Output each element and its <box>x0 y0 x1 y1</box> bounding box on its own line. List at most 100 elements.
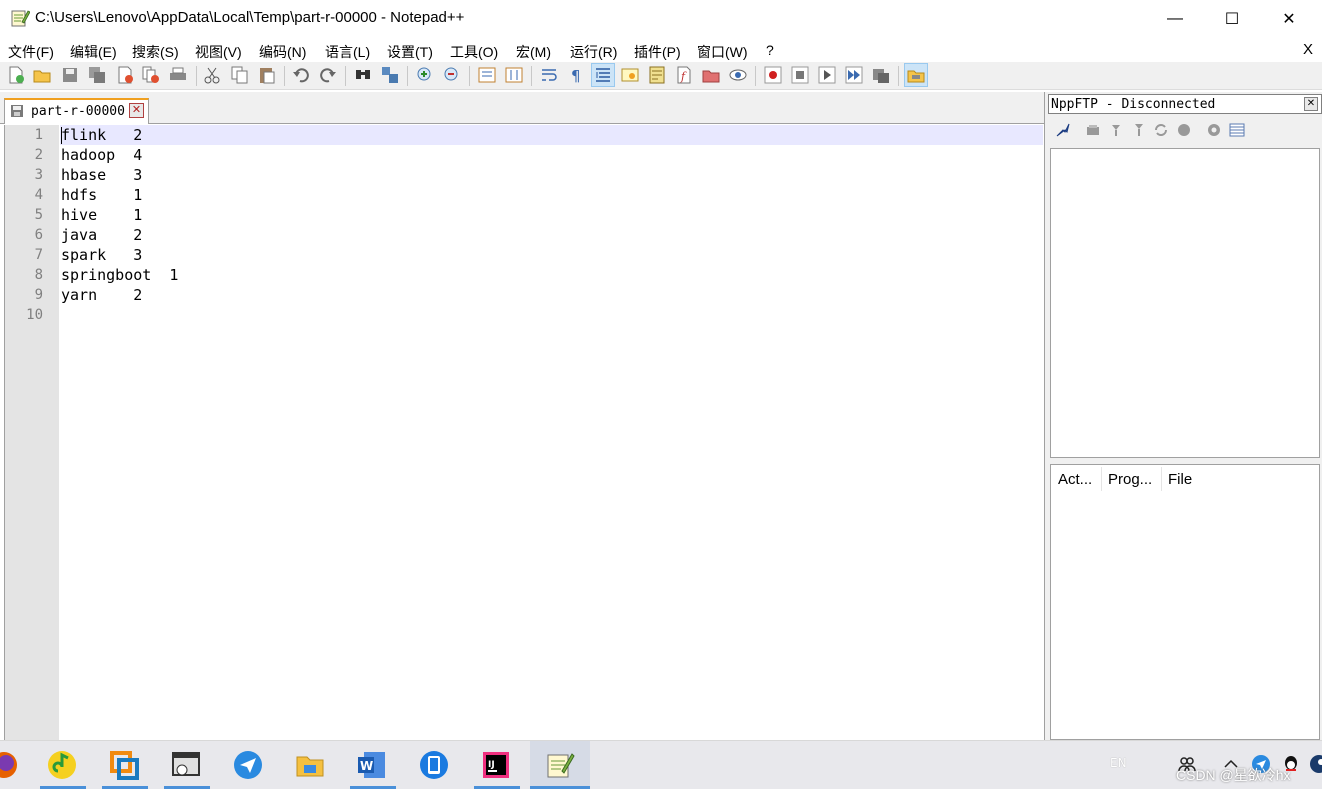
word-wrap-icon[interactable] <box>539 65 559 85</box>
windows-taskbar: W IJ EN CSDN @星欲冷hx <box>0 740 1322 789</box>
text-caret <box>61 127 62 144</box>
code-line[interactable]: springboot 1 <box>60 265 1043 285</box>
code-line[interactable]: flink 2 <box>60 125 1043 145</box>
menu-edit[interactable]: 编辑(E) <box>70 42 117 62</box>
redo-icon[interactable] <box>318 65 338 85</box>
nppftp-panel: NppFTP - Disconnected ✕ Act... Prog... F… <box>1048 92 1322 740</box>
code-line[interactable]: yarn 2 <box>60 285 1043 305</box>
connect-icon[interactable] <box>1054 121 1072 139</box>
code-line[interactable]: spark 3 <box>60 245 1043 265</box>
menu-settings[interactable]: 设置(T) <box>387 42 433 62</box>
replace-icon[interactable] <box>380 65 400 85</box>
menu-run[interactable]: 运行(R) <box>570 42 617 62</box>
indent-guide-icon[interactable] <box>591 63 615 87</box>
line-number: 10 <box>26 307 43 323</box>
user-language-icon[interactable] <box>620 65 640 85</box>
refresh-icon[interactable] <box>1152 121 1170 139</box>
remote-desktop-icon[interactable] <box>168 747 204 783</box>
menu-tools[interactable]: 工具(O) <box>450 42 498 62</box>
sync-horizontal-icon[interactable] <box>504 65 524 85</box>
tab-bar: part-r-00000 ✕ <box>0 92 1045 124</box>
new-file-icon[interactable] <box>6 65 26 85</box>
code-line[interactable] <box>60 305 1043 325</box>
open-file-icon[interactable] <box>32 65 52 85</box>
abort-icon[interactable] <box>1175 121 1193 139</box>
menu-encoding[interactable]: 编码(N) <box>259 42 306 62</box>
nppftp-queue[interactable]: Act... Prog... File <box>1050 464 1320 740</box>
cut-icon[interactable] <box>202 65 222 85</box>
download-icon[interactable] <box>1084 121 1102 139</box>
firefox-icon[interactable] <box>0 747 22 783</box>
menu-language[interactable]: 语言(L) <box>325 42 370 62</box>
zoom-out-icon[interactable] <box>442 65 462 85</box>
close-icon[interactable] <box>115 65 135 85</box>
menu-file[interactable]: 文件(F) <box>8 42 54 62</box>
main-toolbar: ¶ f <box>0 62 1322 90</box>
paste-icon[interactable] <box>257 65 277 85</box>
minimize-button[interactable]: — <box>1152 0 1198 38</box>
save-all-icon[interactable] <box>87 65 107 85</box>
find-icon[interactable] <box>353 65 373 85</box>
vmware-icon[interactable] <box>106 747 142 783</box>
steam-icon[interactable] <box>1308 753 1322 775</box>
qq-music-icon[interactable] <box>44 747 80 783</box>
feishu-icon[interactable] <box>230 747 266 783</box>
save-icon[interactable] <box>60 65 80 85</box>
message-window-icon[interactable] <box>1228 121 1246 139</box>
play-macro-icon[interactable] <box>817 65 837 85</box>
tablet-icon[interactable] <box>416 747 452 783</box>
tab-close-icon[interactable]: ✕ <box>129 103 144 118</box>
menu-help[interactable]: ? <box>766 42 774 58</box>
monitoring-icon[interactable] <box>728 65 748 85</box>
maximize-button[interactable]: ☐ <box>1209 0 1255 38</box>
record-macro-icon[interactable] <box>763 65 783 85</box>
menu-window[interactable]: 窗口(W) <box>697 42 748 62</box>
close-window-button[interactable]: ✕ <box>1266 0 1312 38</box>
code-line[interactable]: hbase 3 <box>60 165 1043 185</box>
code-line[interactable]: hdfs 1 <box>60 185 1043 205</box>
show-all-chars-icon[interactable]: ¶ <box>566 65 586 85</box>
code-line[interactable]: java 2 <box>60 225 1043 245</box>
sync-vertical-icon[interactable] <box>477 65 497 85</box>
code-line[interactable]: hive 1 <box>60 205 1043 225</box>
save-macro-icon[interactable] <box>871 65 891 85</box>
intellij-icon[interactable]: IJ <box>478 747 514 783</box>
line-number: 4 <box>34 187 43 203</box>
queue-col-file[interactable]: File <box>1168 471 1192 488</box>
nppftp-icon[interactable] <box>904 63 928 87</box>
new-folder-icon[interactable] <box>1130 121 1148 139</box>
code-line[interactable]: hadoop 4 <box>60 145 1043 165</box>
stop-macro-icon[interactable] <box>790 65 810 85</box>
menu-macro[interactable]: 宏(M) <box>516 42 551 62</box>
nppftp-file-tree[interactable] <box>1050 148 1320 458</box>
run-macro-multiple-icon[interactable] <box>844 65 864 85</box>
notepadpp-icon[interactable] <box>542 747 578 783</box>
menu-plugins[interactable]: 插件(P) <box>634 42 681 62</box>
line-number: 3 <box>34 167 43 183</box>
line-number: 2 <box>34 147 43 163</box>
print-icon[interactable] <box>168 65 188 85</box>
line-number: 5 <box>34 207 43 223</box>
close-document-button[interactable]: X <box>1303 41 1313 58</box>
file-explorer-icon[interactable] <box>292 747 328 783</box>
menu-view[interactable]: 视图(V) <box>195 42 242 62</box>
upload-icon[interactable] <box>1107 121 1125 139</box>
folder-workspace-icon[interactable] <box>701 65 721 85</box>
input-language-indicator[interactable]: EN <box>1110 756 1127 770</box>
tab-part-r-00000[interactable]: part-r-00000 ✕ <box>4 98 149 124</box>
settings-gear-icon[interactable] <box>1205 121 1223 139</box>
menu-search[interactable]: 搜索(S) <box>132 42 179 62</box>
queue-col-action[interactable]: Act... <box>1058 471 1092 488</box>
copy-icon[interactable] <box>230 65 250 85</box>
document-map-icon[interactable] <box>647 65 667 85</box>
text-editor[interactable]: flink 2 hadoop 4 hbase 3 hdfs 1 hive 1 j… <box>4 125 1044 740</box>
undo-icon[interactable] <box>291 65 311 85</box>
nppftp-close-icon[interactable]: ✕ <box>1304 97 1318 111</box>
nppftp-header: NppFTP - Disconnected ✕ <box>1048 94 1322 114</box>
zoom-in-icon[interactable] <box>415 65 435 85</box>
window-title: C:\Users\Lenovo\AppData\Local\Temp\part-… <box>35 9 465 26</box>
word-icon[interactable]: W <box>354 747 390 783</box>
close-all-icon[interactable] <box>141 65 161 85</box>
function-list-icon[interactable]: f <box>674 65 694 85</box>
queue-col-progress[interactable]: Prog... <box>1108 471 1152 488</box>
